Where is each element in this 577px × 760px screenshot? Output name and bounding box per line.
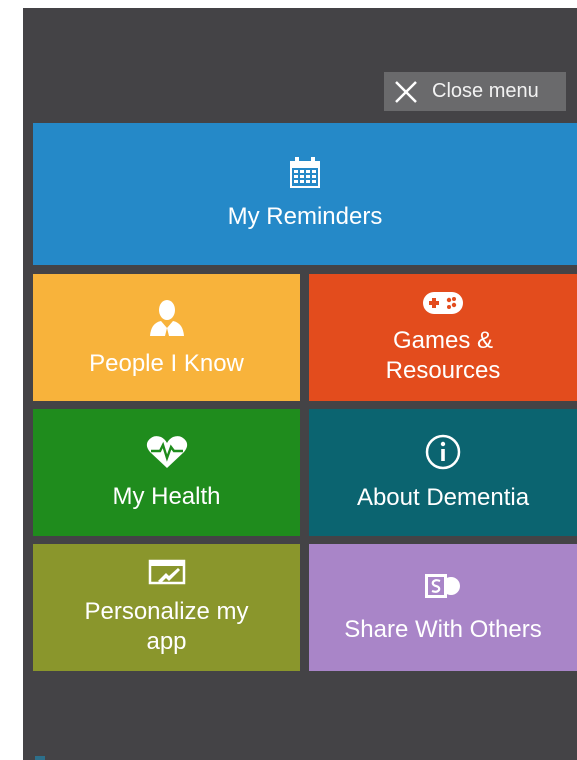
tile-label-games-line2: Resources [385, 356, 501, 384]
tile-label-my-reminders: My Reminders [227, 203, 383, 230]
tile-label-games-line1: Games & [392, 326, 494, 354]
tile-my-health[interactable]: My Health [33, 409, 300, 536]
heartbeat-icon [145, 434, 189, 470]
close-icon [384, 72, 428, 111]
tile-share-with-others[interactable]: Share With Others [309, 544, 577, 671]
tile-about-dementia[interactable]: About Dementia [309, 409, 577, 536]
tile-people-i-know[interactable]: People I Know [33, 274, 300, 401]
info-icon [424, 433, 462, 471]
tile-personalize-my-app[interactable]: Personalize my app [33, 544, 300, 671]
tile-label-personalize-line2: app [146, 627, 187, 655]
tile-label-about-dementia: About Dementia [356, 483, 530, 511]
tile-label-my-health: My Health [112, 482, 221, 510]
tile-label-personalize-line1: Personalize my [84, 597, 249, 625]
app-menu-screen: Close menu My Reminders People I Know Ga… [23, 8, 577, 760]
tile-label-share-with-others: Share With Others [344, 615, 542, 643]
tile-label-people-i-know: People I Know [89, 349, 244, 377]
person-icon [147, 297, 187, 337]
bottom-edge-indicator [35, 756, 45, 760]
gamepad-icon [421, 290, 465, 316]
tile-games-resources[interactable]: Games & Resources [309, 274, 577, 401]
tile-my-reminders[interactable]: My Reminders [33, 123, 577, 265]
close-menu-label: Close menu [432, 80, 539, 102]
sharepoint-icon [423, 571, 463, 601]
close-menu-button[interactable]: Close menu [384, 72, 566, 111]
calendar-icon [288, 156, 322, 190]
personalize-icon [148, 559, 186, 589]
